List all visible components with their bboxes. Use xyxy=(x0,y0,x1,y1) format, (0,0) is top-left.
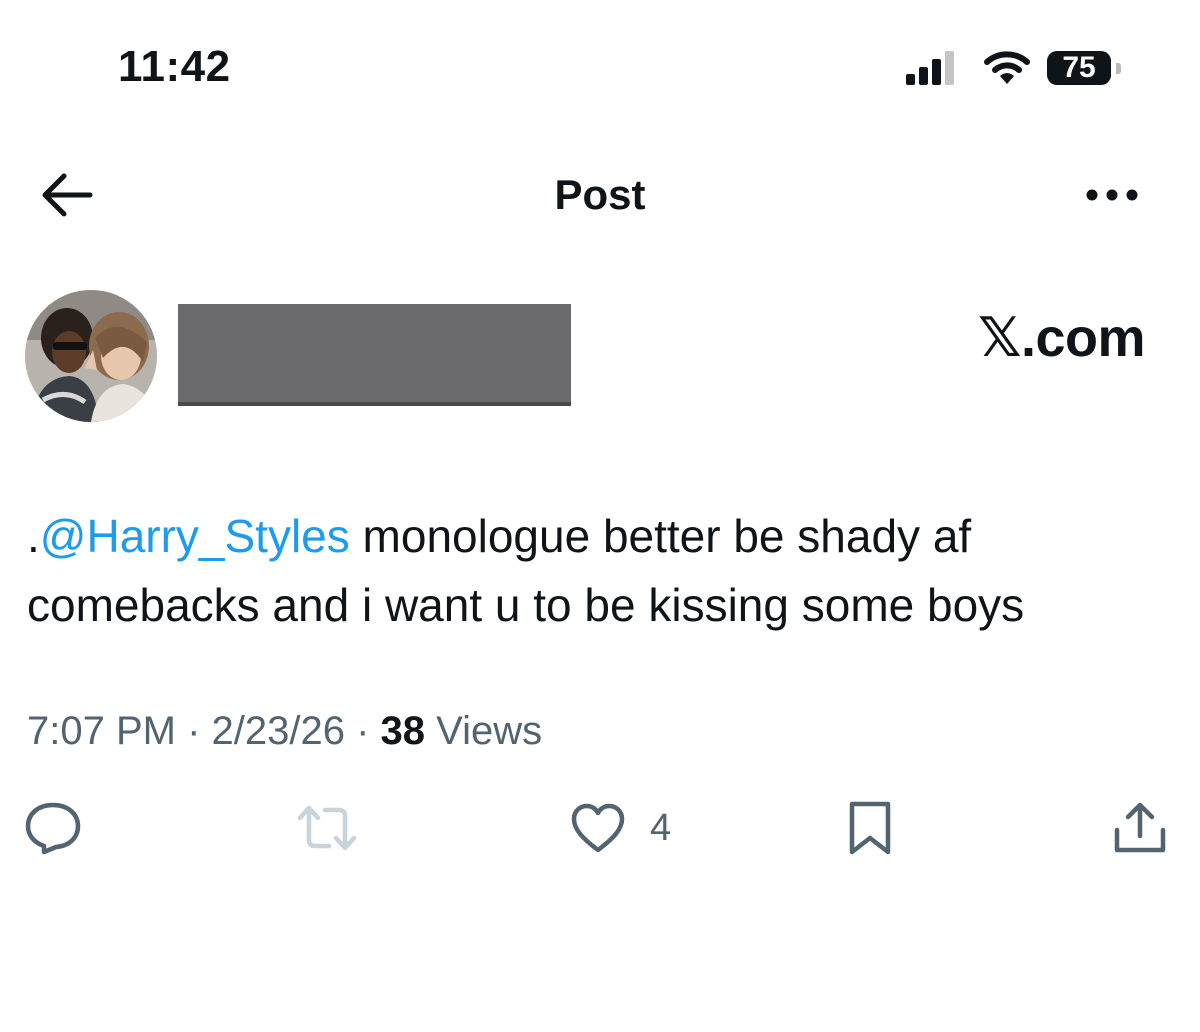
avatar[interactable] xyxy=(25,290,157,422)
views-label[interactable]: Views xyxy=(425,709,542,753)
tweet-text: .@Harry_Styles monologue better be shady… xyxy=(27,502,1177,640)
tweet-time[interactable]: 7:07 PM xyxy=(27,709,176,753)
tweet-prefix: . xyxy=(27,510,40,562)
page-title: Post xyxy=(554,171,646,218)
heart-icon xyxy=(571,803,625,853)
share-button[interactable] xyxy=(1112,800,1168,856)
bookmark-button[interactable] xyxy=(844,800,896,856)
tweet-date[interactable]: 2/23/26 xyxy=(212,709,345,753)
signal-bars-icon xyxy=(906,51,954,85)
share-icon xyxy=(1114,802,1166,853)
status-time: 11:42 xyxy=(118,42,231,91)
meta-separator: · xyxy=(344,709,381,753)
battery-level: 75 xyxy=(1062,51,1096,84)
wifi-icon xyxy=(984,51,1030,84)
post-header: Post xyxy=(0,160,1200,230)
retweet-icon xyxy=(297,805,357,851)
avatar-photo xyxy=(25,290,157,422)
battery-cap xyxy=(1116,63,1121,74)
views-count[interactable]: 38 xyxy=(381,709,426,753)
redacted-author-name xyxy=(178,304,571,406)
mention-link[interactable]: @Harry_Styles xyxy=(40,510,350,562)
x-watermark: 𝕏.com xyxy=(978,308,1146,368)
status-icons: 75 xyxy=(905,48,1135,90)
bookmark-icon xyxy=(849,801,891,855)
more-options-button[interactable] xyxy=(1082,180,1142,210)
meta-separator: · xyxy=(175,709,212,753)
like-count: 4 xyxy=(650,807,672,849)
like-button[interactable]: 4 xyxy=(570,800,690,856)
reply-icon xyxy=(25,802,81,855)
post-screen: 11:42 75 Post 𝕏.com .@Harry_Styles monol… xyxy=(0,0,1200,1032)
battery-icon: 75 xyxy=(1047,51,1111,85)
retweet-button[interactable] xyxy=(296,800,358,856)
reply-button[interactable] xyxy=(24,800,82,856)
tweet-meta: 7:07 PM · 2/23/26 · 38 Views xyxy=(27,702,542,760)
more-horizontal-icon xyxy=(1086,189,1138,201)
